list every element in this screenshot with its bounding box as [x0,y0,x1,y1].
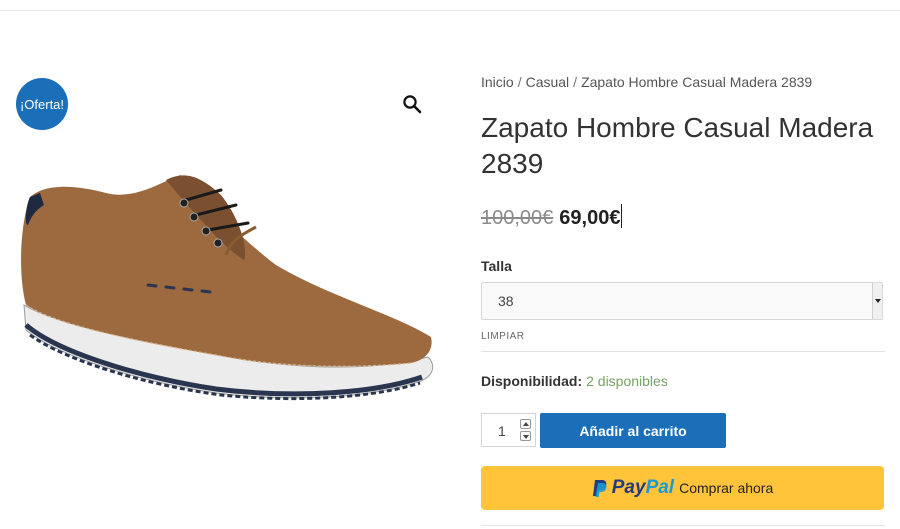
breadcrumb-current: Zapato Hombre Casual Madera 2839 [581,74,813,90]
availability-value: 2 disponibles [586,373,668,389]
breadcrumb-separator: / [517,74,522,90]
paypal-button-label: Comprar ahora [679,480,774,496]
paypal-buy-now-button[interactable]: PayPal Comprar ahora [481,466,884,510]
quantity-value[interactable]: 1 [498,423,506,439]
dropdown-arrow-icon[interactable] [872,283,882,319]
breadcrumb-link-home[interactable]: Inicio [481,74,514,90]
header-divider [0,10,900,11]
product-title: Zapato Hombre Casual Madera 2839 [481,112,874,179]
size-select[interactable]: 38 [481,282,883,320]
sale-price: 69,00€ [559,207,621,229]
clear-selection-link[interactable]: LIMPIAR [481,331,525,342]
quantity-increment-icon[interactable] [520,419,531,429]
product-image[interactable] [16,165,440,415]
paypal-logo: PayPal [611,477,675,498]
price: 100,00€ 69,00€ [481,204,623,230]
text-cursor [621,204,623,228]
breadcrumb-separator: / [573,74,578,90]
paypal-p-icon [592,479,607,497]
availability: Disponibilidad: 2 disponibles [481,373,668,389]
availability-label: Disponibilidad: [481,373,583,389]
quantity-decrement-icon[interactable] [520,431,531,441]
divider [481,351,885,352]
sale-badge: ¡Oferta! [16,78,68,130]
breadcrumb: Inicio / Casual / Zapato Hombre Casual Mader… [481,74,812,90]
regular-price: 100,00€ [481,207,554,229]
breadcrumb-link-category[interactable]: Casual [526,74,570,90]
size-label: Talla [481,258,512,274]
divider [481,525,885,526]
size-select-value: 38 [498,293,514,309]
zoom-magnifier-icon[interactable] [402,94,422,114]
add-to-cart-button[interactable]: Añadir al carrito [540,413,726,448]
quantity-stepper[interactable]: 1 [481,413,536,447]
